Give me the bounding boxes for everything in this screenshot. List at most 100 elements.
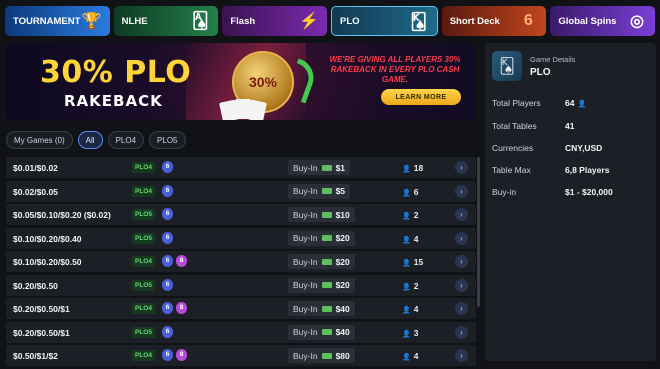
row-game-tag: PLO4	[132, 185, 155, 197]
chevron-right-icon[interactable]: ›	[455, 278, 468, 292]
playing-cards-icon	[219, 99, 281, 120]
player-count: 4	[413, 233, 419, 244]
tab-label: TOURNAMENT	[13, 15, 81, 27]
filter-plo5[interactable]: PLO5	[149, 131, 186, 149]
detail-value-text: 41	[565, 121, 575, 131]
row-buyin: Buy-In $20	[288, 277, 355, 293]
table-row[interactable]: $0.20/$0.50/$1 PLO5 6 Buy-In $40 👤 3 ›	[6, 321, 476, 343]
details-label: Game Details	[530, 55, 576, 64]
buyin-amount: $80	[335, 350, 350, 361]
player-count: 4	[413, 351, 419, 361]
banner-message: WE'RE GIVING ALL PLAYERS 30% RAKEBACK IN…	[329, 55, 461, 84]
table-scrollbar[interactable]	[477, 157, 480, 307]
table-row[interactable]: $0.02/$0.05 PLO4 6 Buy-In $5 👤 6 ›	[6, 180, 476, 202]
tab-flash[interactable]: Flash ⚡	[222, 6, 328, 36]
row-buyin: Buy-In $5	[288, 183, 351, 199]
detail-value: $1 - $20,000	[565, 187, 613, 197]
cash-icon	[321, 305, 332, 312]
tab-global-spins[interactable]: Global Spins ◎	[550, 6, 656, 36]
cash-icon	[321, 258, 332, 265]
seat-badge: 6	[162, 349, 173, 361]
row-stakes: $0.02/$0.05	[13, 186, 58, 197]
filter-chips: My Games (0) All PLO4 PLO5	[6, 131, 186, 149]
buyin-label: Buy-In	[293, 327, 318, 337]
table-row[interactable]: $0.20/$0.50 PLO5 6 Buy-In $20 👤 2 ›	[6, 274, 476, 296]
buyin-label: Buy-In	[293, 303, 318, 314]
seat-badge: 6	[162, 231, 173, 244]
cash-icon	[321, 282, 332, 288]
game-details-panel: 🂮 Game Details PLO Total Players 64 👤 Total…	[485, 43, 656, 361]
table-row[interactable]: $0.10/$0.20/$0.40 PLO5 6 Buy-In $20 👤 4 ›	[6, 227, 476, 249]
detail-key: Buy-in	[492, 187, 517, 197]
player-count: 18	[413, 163, 424, 173]
number-six-icon: 6	[523, 12, 533, 29]
row-stakes: $0.01/$0.02	[13, 163, 58, 173]
seat-badge: 6	[162, 184, 173, 197]
table-row[interactable]: $0.10/$0.20/$0.50 PLO4 6 8 Buy-In $20 👤 15 ›	[6, 251, 476, 272]
game-type-tabs: TOURNAMENT 🏆 NLHE 🂡 Flash ⚡ PLO 🂮 Short …	[5, 6, 656, 36]
table-row[interactable]: $0.20/$0.50/$1 PLO4 6 8 Buy-In $40 👤 4 ›	[6, 298, 476, 319]
buyin-amount: $1	[335, 162, 346, 173]
trophy-icon: 🏆	[81, 13, 102, 30]
cash-icon	[321, 235, 332, 241]
chevron-right-icon[interactable]: ›	[455, 208, 468, 221]
tab-label: Global Spins	[558, 15, 617, 27]
detail-key: Table Max	[492, 165, 531, 175]
chevron-right-icon[interactable]: ›	[455, 161, 468, 174]
chevron-right-icon[interactable]: ›	[455, 231, 468, 245]
chevron-right-icon[interactable]: ›	[455, 184, 468, 198]
tab-nlhe[interactable]: NLHE 🂡	[113, 6, 219, 36]
row-buyin: Buy-In $40	[288, 301, 355, 316]
cash-icon	[321, 352, 332, 359]
filter-plo4[interactable]: PLO4	[107, 131, 145, 149]
tab-tournament[interactable]: TOURNAMENT 🏆	[5, 6, 110, 36]
detail-value: 41	[565, 121, 574, 131]
buyin-amount: $20	[335, 233, 350, 243]
row-players: 👤 4	[402, 304, 418, 314]
filter-my-games[interactable]: My Games (0)	[6, 131, 73, 149]
row-game-tag: PLO4	[132, 162, 155, 173]
cash-icon	[321, 188, 332, 194]
cards-fan-icon: 🂮	[410, 14, 427, 31]
table-row[interactable]: $0.05/$0.10/$0.20 ($0.02) PLO5 6 Buy-In $10 👤…	[6, 204, 476, 225]
row-buyin: Buy-In $10	[288, 207, 355, 222]
max-seat-badge: 8	[176, 302, 187, 314]
buyin-amount: $20	[335, 280, 350, 290]
person-icon: 👤	[402, 330, 411, 338]
player-count: 15	[413, 257, 424, 267]
row-players: 👤 3	[402, 328, 418, 338]
seat-badge: 6	[162, 255, 173, 267]
learn-more-button[interactable]: LEARN MORE	[381, 89, 461, 105]
person-icon: 👤	[402, 354, 411, 361]
chevron-right-icon[interactable]: ›	[455, 302, 468, 315]
player-count: 2	[413, 210, 419, 220]
buyin-label: Buy-In	[293, 162, 318, 173]
details-game-name: PLO	[530, 67, 551, 78]
filter-all[interactable]: All	[77, 131, 103, 149]
detail-key: Total Tables	[492, 121, 537, 131]
tab-short-deck[interactable]: Short Deck 6	[441, 6, 547, 36]
chevron-right-icon[interactable]: ›	[455, 349, 468, 362]
tab-plo[interactable]: PLO 🂮	[331, 6, 438, 36]
chevron-right-icon[interactable]: ›	[455, 325, 468, 339]
tab-label: NLHE	[121, 15, 148, 27]
row-stakes: $0.20/$0.50	[13, 280, 58, 291]
row-game-tag: PLO5	[132, 279, 155, 291]
person-icon: 👤	[402, 236, 411, 244]
row-players: 👤 2	[402, 210, 418, 220]
chevron-right-icon[interactable]: ›	[455, 255, 468, 268]
promo-banner[interactable]: 30% PLO RAKEBACK 30% WE'RE GIVING ALL PL…	[6, 43, 476, 120]
row-players: 👤 15	[402, 257, 423, 267]
person-icon: 👤	[402, 189, 411, 197]
seat-badge: 6	[162, 325, 173, 338]
detail-value: 64 👤	[565, 98, 586, 108]
cards-icon: 🂡	[192, 13, 209, 30]
person-icon: 👤	[402, 213, 411, 220]
table-row[interactable]: $0.50/$1/$2 PLO4 6 8 Buy-In $80 👤 4 ›	[6, 345, 476, 366]
detail-value-text: $1 - $20,000	[565, 187, 613, 197]
player-count: 2	[413, 280, 419, 291]
row-buyin: Buy-In $20	[288, 254, 355, 269]
row-players: 👤 4	[402, 234, 418, 244]
table-row[interactable]: $0.01/$0.02 PLO4 6 Buy-In $1 👤 18 ›	[6, 157, 476, 178]
buyin-label: Buy-In	[293, 280, 318, 290]
